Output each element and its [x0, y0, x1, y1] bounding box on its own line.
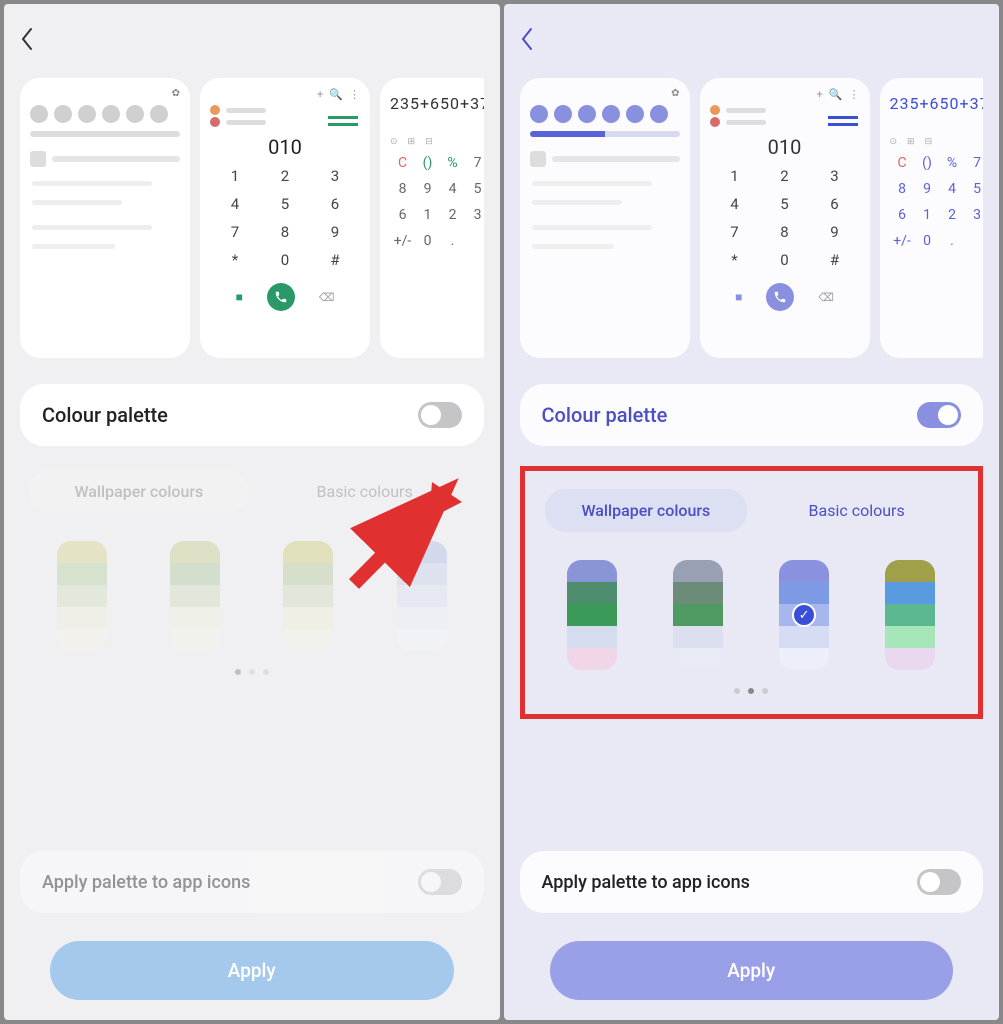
dialer-display: 010	[710, 135, 860, 159]
tab-wallpaper-colours[interactable]: Wallpaper colours	[545, 489, 748, 532]
annotation-highlight-box: Wallpaper colours Basic colours ✓	[520, 466, 984, 719]
theme-preview-carousel[interactable]: ✿ +🔍⋮ 010 123456789*0# ■ ⌫	[20, 78, 484, 358]
preview-dialer: +🔍⋮ 010 123456789*0# ■ ⌫	[200, 78, 370, 358]
apply-icons-toggle[interactable]	[917, 869, 961, 895]
brightness-slider	[30, 131, 180, 137]
apply-icons-toggle[interactable]	[418, 869, 462, 895]
tab-wallpaper-colours[interactable]: Wallpaper colours	[30, 470, 248, 513]
palette-swatch[interactable]	[57, 541, 107, 651]
colour-palette-toggle[interactable]	[418, 402, 462, 428]
calc-expression: 235+650+37	[890, 88, 984, 119]
back-button[interactable]	[520, 24, 550, 54]
apply-icons-label: Apply palette to app icons	[542, 872, 750, 893]
palette-swatch[interactable]	[283, 541, 333, 651]
dialer-keypad: 123456789*0#	[210, 167, 360, 269]
palette-swatch[interactable]	[885, 560, 935, 670]
screenshot-pane-right: ✿ +🔍⋮ 010 123456789*0# ■ ⌫	[504, 4, 1000, 1020]
backspace-icon: ⌫	[319, 291, 335, 304]
preview-calculator: 235+650+37 ⊙⊞⊟ C()% 789 456 123 +/-0.	[380, 78, 484, 358]
gear-icon: ✿	[671, 88, 679, 99]
palette-source-tabs: Wallpaper colours Basic colours	[26, 466, 478, 517]
dialer-display: 010	[210, 135, 360, 159]
apply-icons-card: Apply palette to app icons	[520, 851, 984, 913]
palette-swatch[interactable]	[673, 560, 723, 670]
check-icon: ✓	[792, 603, 816, 627]
tab-basic-colours[interactable]: Basic colours	[256, 470, 474, 513]
palette-swatch[interactable]	[397, 541, 447, 651]
annotation-arrow	[334, 474, 464, 598]
qs-icon	[30, 105, 48, 123]
dialer-keypad: 123456789*0#	[710, 167, 860, 269]
preview-quick-panel: ✿	[20, 78, 190, 358]
tab-basic-colours[interactable]: Basic colours	[755, 489, 958, 532]
preview-dialer: +🔍⋮ 010 123456789*0# ■ ⌫	[700, 78, 870, 358]
call-button-icon	[766, 283, 794, 311]
pager-dots	[20, 669, 484, 675]
back-button[interactable]	[20, 24, 50, 54]
screenshot-pane-left: ✿ +🔍⋮ 010 123456789*0# ■ ⌫	[4, 4, 500, 1020]
colour-palette-toggle-card: Colour palette	[20, 384, 484, 446]
palette-swatch[interactable]: ✓	[779, 560, 829, 670]
palette-swatches: ✓	[535, 560, 969, 670]
apply-button[interactable]: Apply	[50, 941, 454, 1000]
palette-swatch[interactable]	[567, 560, 617, 670]
backspace-icon: ⌫	[818, 291, 834, 304]
colour-palette-label: Colour palette	[542, 403, 668, 427]
palette-swatches	[20, 541, 484, 651]
palette-source-tabs: Wallpaper colours Basic colours	[541, 485, 963, 536]
video-call-icon: ■	[735, 290, 742, 304]
preview-quick-panel: ✿	[520, 78, 690, 358]
gear-icon: ✿	[172, 88, 180, 99]
colour-palette-label: Colour palette	[42, 403, 168, 427]
call-button-icon	[267, 283, 295, 311]
brightness-slider	[530, 131, 680, 137]
colour-palette-toggle-card: Colour palette	[520, 384, 984, 446]
apply-icons-card: Apply palette to app icons	[20, 851, 484, 913]
apply-button[interactable]: Apply	[550, 941, 954, 1000]
pager-dots	[535, 688, 969, 694]
palette-swatch[interactable]	[170, 541, 220, 651]
preview-calculator: 235+650+37 ⊙⊞⊟ C()% 789 456 123 +/-0.	[880, 78, 984, 358]
video-call-icon: ■	[236, 290, 243, 304]
palette-options-section: Wallpaper colours Basic colours	[20, 466, 484, 675]
colour-palette-toggle[interactable]	[917, 402, 961, 428]
calc-expression: 235+650+37	[390, 88, 484, 119]
apply-icons-label: Apply palette to app icons	[42, 872, 250, 893]
theme-preview-carousel[interactable]: ✿ +🔍⋮ 010 123456789*0# ■ ⌫	[520, 78, 984, 358]
